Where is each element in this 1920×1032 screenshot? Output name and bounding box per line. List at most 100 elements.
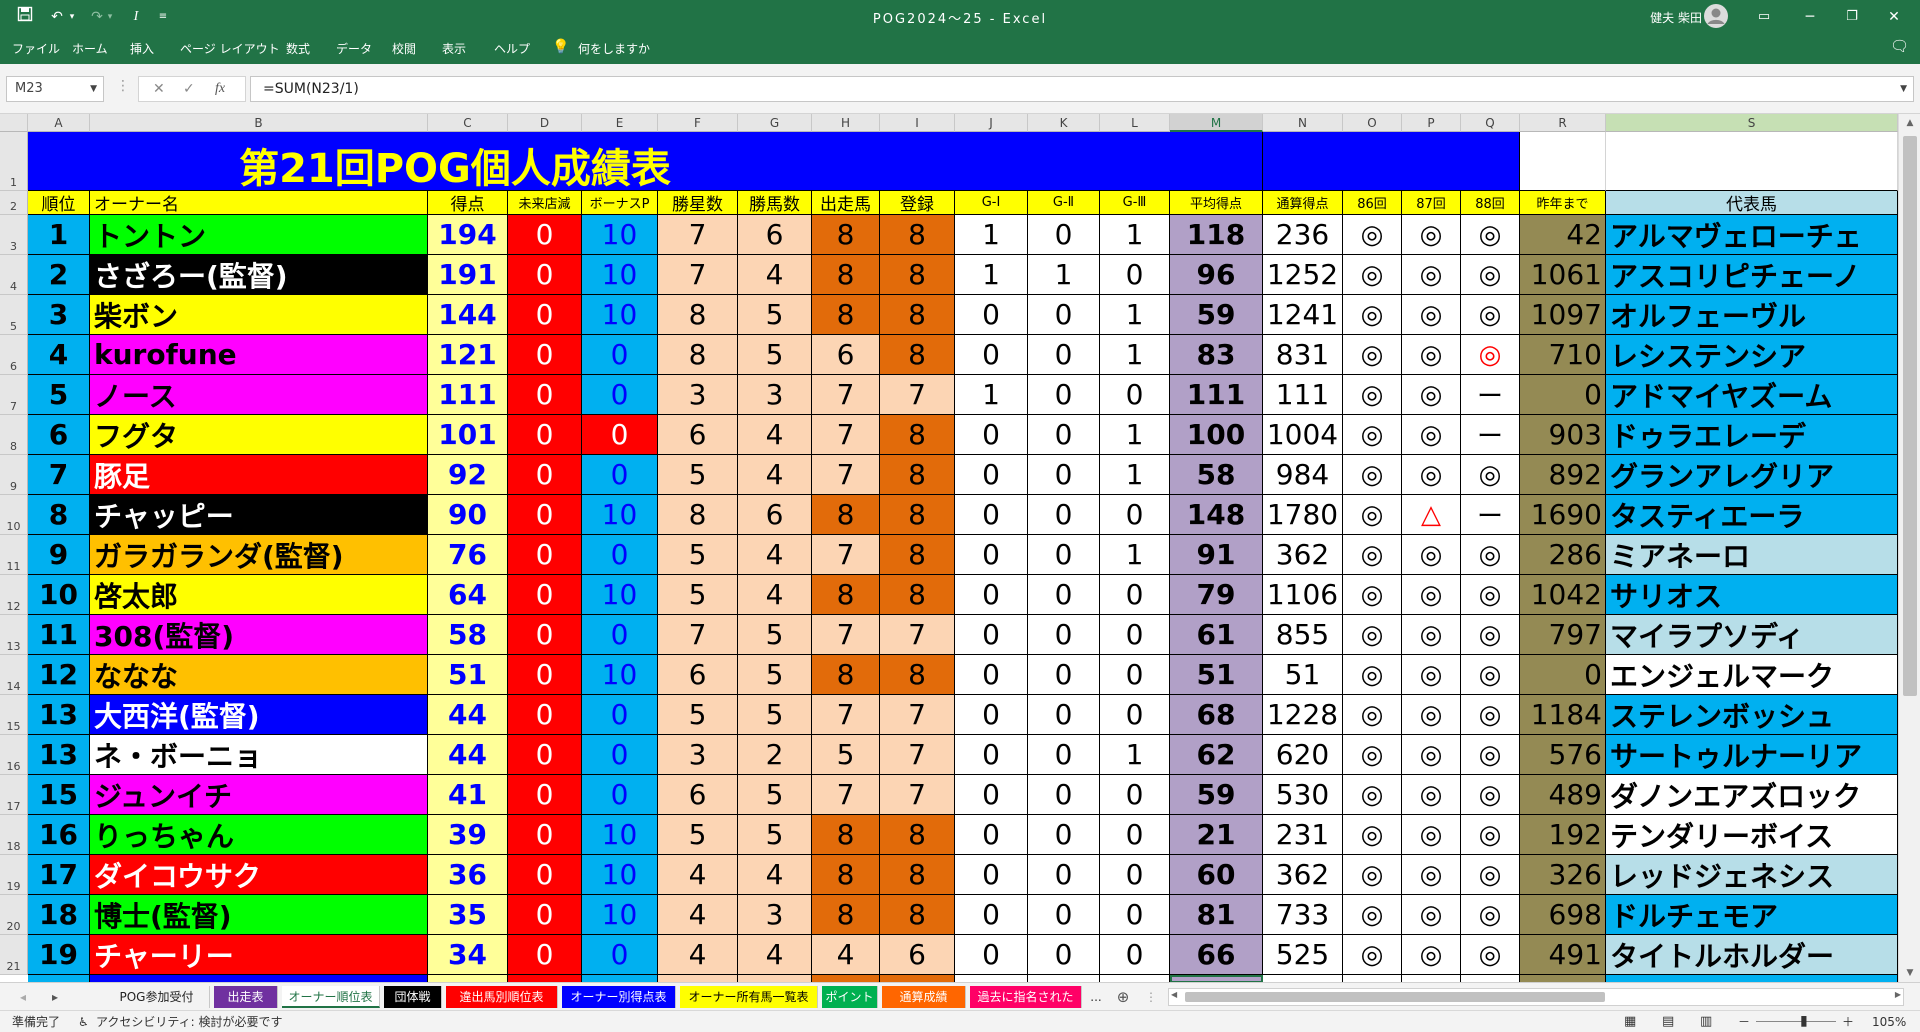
cell-g-7[interactable]: 3	[738, 375, 812, 415]
partial-cell[interactable]	[812, 975, 880, 982]
partial-cell[interactable]	[508, 975, 582, 982]
cell-h-8[interactable]: 7	[812, 415, 880, 455]
column-header-s[interactable]: S	[1606, 114, 1898, 132]
cell-m-20[interactable]: 81	[1170, 895, 1263, 935]
cell-a-7[interactable]: 5	[28, 375, 90, 415]
cell-p-7[interactable]: ◎	[1402, 375, 1461, 415]
cell-e-6[interactable]: 0	[582, 335, 658, 375]
cell-c-21[interactable]: 34	[428, 935, 508, 975]
cell-r-17[interactable]: 489	[1520, 775, 1606, 815]
cell-h-11[interactable]: 7	[812, 535, 880, 575]
cell-s-9[interactable]: グランアレグリア	[1606, 455, 1898, 495]
scroll-up-icon[interactable]: ▲	[1899, 114, 1920, 132]
header-cell[interactable]: 勝馬数	[738, 191, 812, 215]
cell-g-21[interactable]: 4	[738, 935, 812, 975]
cell-r-14[interactable]: 0	[1520, 655, 1606, 695]
cell-i-14[interactable]: 8	[880, 655, 955, 695]
cell-c-9[interactable]: 92	[428, 455, 508, 495]
cell-k-18[interactable]: 0	[1028, 815, 1100, 855]
column-header-i[interactable]: I	[880, 114, 955, 132]
column-header-r[interactable]: R	[1520, 114, 1606, 132]
cell-i-10[interactable]: 8	[880, 495, 955, 535]
cell-p-4[interactable]: ◎	[1402, 255, 1461, 295]
cell-j-18[interactable]: 0	[955, 815, 1028, 855]
column-header-a[interactable]: A	[28, 114, 90, 132]
cell-e-13[interactable]: 0	[582, 615, 658, 655]
column-header-m[interactable]: M	[1170, 114, 1263, 132]
cell-p-21[interactable]: ◎	[1402, 935, 1461, 975]
cell-q-9[interactable]: ◎	[1461, 455, 1520, 495]
tab-help[interactable]: ヘルプ	[494, 41, 530, 57]
cell-a-11[interactable]: 9	[28, 535, 90, 575]
cell-i-17[interactable]: 7	[880, 775, 955, 815]
cell-j-20[interactable]: 0	[955, 895, 1028, 935]
cell-s-4[interactable]: アスコリピチェーノ	[1606, 255, 1898, 295]
header-cell[interactable]: G-Ⅰ	[955, 191, 1028, 215]
partial-cell[interactable]	[1461, 975, 1520, 982]
cell-a-17[interactable]: 15	[28, 775, 90, 815]
cell-q-14[interactable]: ◎	[1461, 655, 1520, 695]
header-cell[interactable]: 平均得点	[1170, 191, 1263, 215]
cell-p-10[interactable]: △	[1402, 495, 1461, 535]
cell-c-13[interactable]: 58	[428, 615, 508, 655]
cell-a-20[interactable]: 18	[28, 895, 90, 935]
cell-p-14[interactable]: ◎	[1402, 655, 1461, 695]
cell-c-8[interactable]: 101	[428, 415, 508, 455]
cell-e-20[interactable]: 10	[582, 895, 658, 935]
column-header-q[interactable]: Q	[1461, 114, 1520, 132]
cell-s-15[interactable]: ステレンボッシュ	[1606, 695, 1898, 735]
tab-page-layout[interactable]: ページ レイアウト	[180, 41, 280, 57]
header-cell[interactable]: 88回	[1461, 191, 1520, 215]
cell-l-21[interactable]: 0	[1100, 935, 1170, 975]
cell-d-5[interactable]: 0	[508, 295, 582, 335]
cell-c-6[interactable]: 121	[428, 335, 508, 375]
cell-d-9[interactable]: 0	[508, 455, 582, 495]
cell-f-7[interactable]: 3	[658, 375, 738, 415]
cell-s-6[interactable]: レシステンシア	[1606, 335, 1898, 375]
cell-o-17[interactable]: ◎	[1343, 775, 1402, 815]
scroll-down-icon[interactable]: ▼	[1899, 964, 1920, 982]
cell-a-13[interactable]: 11	[28, 615, 90, 655]
cell-p-12[interactable]: ◎	[1402, 575, 1461, 615]
row-header-12[interactable]: 12	[0, 575, 28, 615]
name-box[interactable]: M23 ▼	[6, 76, 104, 102]
cell-l-14[interactable]: 0	[1100, 655, 1170, 695]
zoom-slider-thumb[interactable]: ▮	[1800, 1013, 1808, 1029]
cell-r-7[interactable]: 0	[1520, 375, 1606, 415]
cell-i-5[interactable]: 8	[880, 295, 955, 335]
cell-h-12[interactable]: 8	[812, 575, 880, 615]
row-header-7[interactable]: 7	[0, 375, 28, 415]
sheet-tab-9[interactable]: 通算成績	[882, 986, 966, 1008]
cell-p-11[interactable]: ◎	[1402, 535, 1461, 575]
cell-p-20[interactable]: ◎	[1402, 895, 1461, 935]
row-header-21[interactable]: 21	[0, 935, 28, 975]
cell-n-19[interactable]: 362	[1263, 855, 1343, 895]
column-header-b[interactable]: B	[90, 114, 428, 132]
header-cell[interactable]: G-Ⅱ	[1028, 191, 1100, 215]
cell-p-8[interactable]: ◎	[1402, 415, 1461, 455]
cell-b-6[interactable]: kurofune	[90, 335, 428, 375]
cell-h-17[interactable]: 7	[812, 775, 880, 815]
cell-q-16[interactable]: ◎	[1461, 735, 1520, 775]
worksheet-grid[interactable]: ▲ ▼ A B C D E F G H I J K L M N O P Q R S 1 2 3 4 5 6 7 8 9 10 11 12 13…	[0, 114, 1920, 982]
cell-r-9[interactable]: 892	[1520, 455, 1606, 495]
cell-s-16[interactable]: サートゥルナーリア	[1606, 735, 1898, 775]
row-header-15[interactable]: 15	[0, 695, 28, 735]
cell-h-9[interactable]: 7	[812, 455, 880, 495]
cell-h-18[interactable]: 8	[812, 815, 880, 855]
column-header-j[interactable]: J	[955, 114, 1028, 132]
cell-j-12[interactable]: 0	[955, 575, 1028, 615]
partial-cell[interactable]	[1343, 975, 1402, 982]
cell-n-5[interactable]: 1241	[1263, 295, 1343, 335]
partial-cell[interactable]	[1402, 975, 1461, 982]
cell-o-20[interactable]: ◎	[1343, 895, 1402, 935]
header-cell[interactable]: 勝星数	[658, 191, 738, 215]
page-layout-view-icon[interactable]: ▤	[1662, 1014, 1674, 1030]
cell-r-3[interactable]: 42	[1520, 215, 1606, 255]
header-cell[interactable]: 通算得点	[1263, 191, 1343, 215]
cell-e-9[interactable]: 0	[582, 455, 658, 495]
cell-j-8[interactable]: 0	[955, 415, 1028, 455]
cell-l-3[interactable]: 1	[1100, 215, 1170, 255]
cell-c-19[interactable]: 36	[428, 855, 508, 895]
cell-k-5[interactable]: 0	[1028, 295, 1100, 335]
